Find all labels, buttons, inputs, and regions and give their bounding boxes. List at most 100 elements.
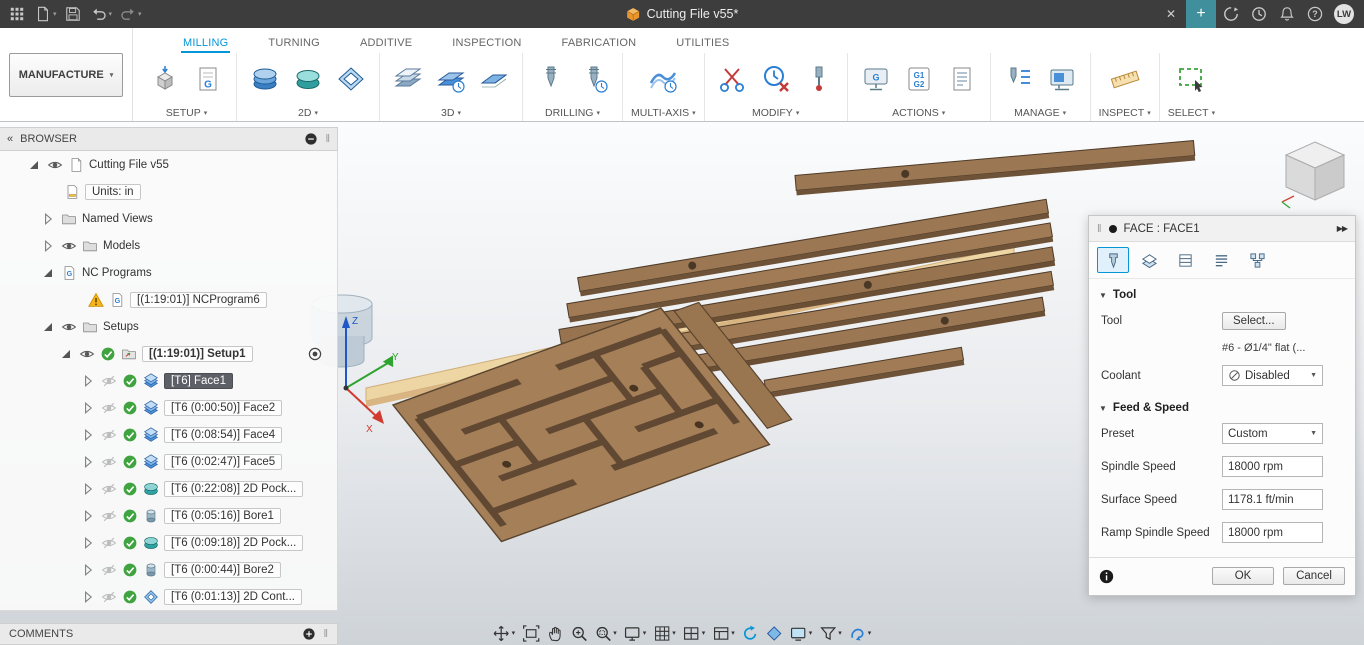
gcode-editor-button[interactable] — [899, 56, 939, 102]
tab-inspection[interactable]: INSPECTION — [450, 34, 523, 53]
ok-button[interactable]: OK — [1212, 567, 1274, 585]
2d-pocket-button[interactable] — [288, 56, 328, 102]
trim-scissors-button[interactable] — [713, 56, 753, 102]
tree-row-bore2[interactable]: [T6 (0:00:44)] Bore2 — [0, 556, 337, 583]
3d-menu[interactable]: 3D▾ — [441, 104, 461, 121]
expand-dialog-icon[interactable]: ▶▶ — [1337, 224, 1347, 233]
job-status-icon[interactable] — [1218, 1, 1244, 27]
tab-heights[interactable] — [1169, 247, 1201, 273]
tab-utilities[interactable]: UTILITIES — [674, 34, 731, 53]
caret-icon[interactable]: ▾ — [53, 10, 57, 18]
expand-icon[interactable] — [58, 346, 74, 362]
inspect-menu[interactable]: INSPECT▾ — [1099, 104, 1151, 121]
tab-additive[interactable]: ADDITIVE — [358, 34, 414, 53]
close-document-icon[interactable]: ✕ — [1158, 7, 1184, 21]
panel-handle-icon[interactable]: ‖ — [325, 133, 330, 145]
tab-linking[interactable] — [1241, 247, 1273, 273]
new-setup-button[interactable] — [145, 56, 185, 102]
fit-view-button[interactable] — [522, 625, 539, 642]
new-document-tab[interactable]: + — [1186, 0, 1216, 28]
zoom-button[interactable] — [570, 625, 587, 642]
tree-row-face1[interactable]: [T6] Face1 — [0, 367, 337, 394]
tree-row-document[interactable]: Cutting File v55 — [0, 151, 337, 178]
visibility-eye-icon[interactable] — [101, 508, 117, 524]
visibility-eye-icon[interactable] — [101, 373, 117, 389]
expand-icon[interactable] — [40, 211, 56, 227]
expand-icon[interactable] — [40, 319, 56, 335]
probe-button[interactable] — [799, 56, 839, 102]
layout-button[interactable]: ▾ — [712, 625, 735, 642]
multi-axis-button[interactable] — [643, 56, 683, 102]
expand-icon[interactable] — [80, 427, 96, 443]
expand-comments-icon[interactable] — [302, 627, 316, 641]
feed-section-header[interactable]: ▼ Feed & Speed — [1089, 392, 1355, 417]
regenerate-button[interactable] — [742, 625, 759, 642]
3d-adaptive-button[interactable] — [388, 56, 428, 102]
expand-icon[interactable] — [40, 238, 56, 254]
tab-turning[interactable]: TURNING — [266, 34, 322, 53]
visibility-eye-icon[interactable] — [61, 238, 77, 254]
measure-button[interactable] — [1105, 56, 1145, 102]
modify-menu[interactable]: MODIFY▾ — [752, 104, 799, 121]
zoom-window-button[interactable]: ▾ — [594, 625, 617, 642]
panel-handle-icon[interactable]: ‖ — [323, 628, 328, 640]
app-grid-icon[interactable] — [4, 1, 30, 27]
expand-icon[interactable] — [80, 535, 96, 551]
tree-row-bore1[interactable]: [T6 (0:05:16)] Bore1 — [0, 502, 337, 529]
user-avatar[interactable]: LW — [1334, 4, 1354, 24]
ramp-spindle-speed-input[interactable]: 18000 rpm — [1222, 522, 1323, 543]
deep-drill-button[interactable] — [574, 56, 614, 102]
setup-sheet-button[interactable] — [942, 56, 982, 102]
visibility-eye-icon[interactable] — [101, 535, 117, 551]
tab-fabrication[interactable]: FABRICATION — [560, 34, 639, 53]
tree-row-ncprogram6[interactable]: [(1:19:01)] NCProgram6 — [0, 286, 337, 313]
tool-library-button[interactable] — [999, 56, 1039, 102]
simulation-display-button[interactable]: ▾ — [790, 625, 813, 642]
tab-geometry[interactable] — [1133, 247, 1165, 273]
pan-button[interactable] — [546, 625, 563, 642]
expand-icon[interactable] — [26, 157, 42, 173]
visibility-eye-icon[interactable] — [101, 589, 117, 605]
expand-icon[interactable] — [80, 400, 96, 416]
tree-row-units[interactable]: Units: in — [0, 178, 337, 205]
spindle-speed-input[interactable]: 18000 rpm — [1222, 456, 1323, 477]
dialog-header[interactable]: ‖ FACE : FACE1 ▶▶ — [1089, 216, 1355, 242]
tool-select-button[interactable]: Select... — [1222, 312, 1286, 330]
expand-icon[interactable] — [40, 265, 56, 281]
visibility-eye-icon[interactable] — [101, 400, 117, 416]
post-process-button[interactable] — [856, 56, 896, 102]
window-select-button[interactable] — [1171, 56, 1211, 102]
2d-contour-button[interactable] — [331, 56, 371, 102]
info-icon[interactable] — [1099, 569, 1114, 584]
3d-pocket-button[interactable] — [431, 56, 471, 102]
tree-row-nc-programs[interactable]: NC Programs — [0, 259, 337, 286]
actions-menu[interactable]: ACTIONS▾ — [892, 104, 945, 121]
grid-settings-button[interactable]: ▾ — [653, 625, 676, 642]
tree-row-named-views[interactable]: Named Views — [0, 205, 337, 232]
new-ncprogram-button[interactable] — [188, 56, 228, 102]
history-clock-icon[interactable] — [1246, 1, 1272, 27]
visibility-eye-icon[interactable] — [101, 454, 117, 470]
preset-dropdown[interactable]: Custom ▼ — [1222, 423, 1323, 444]
visibility-eye-icon[interactable] — [61, 319, 77, 335]
active-setup-radio-icon[interactable] — [307, 346, 323, 362]
visibility-eye-icon[interactable] — [101, 562, 117, 578]
expand-icon[interactable] — [80, 589, 96, 605]
toolpath-display-button[interactable]: ▾ — [849, 625, 872, 642]
expand-icon[interactable] — [80, 454, 96, 470]
2d-menu[interactable]: 2D▾ — [298, 104, 318, 121]
tree-row-2dcontour[interactable]: [T6 (0:01:13)] 2D Cont... — [0, 583, 337, 610]
expand-icon[interactable] — [80, 562, 96, 578]
multi-axis-menu[interactable]: MULTI-AXIS▾ — [631, 104, 696, 121]
display-settings-button[interactable]: ▾ — [624, 625, 647, 642]
visibility-eye-icon[interactable] — [79, 346, 95, 362]
select-menu[interactable]: SELECT▾ — [1168, 104, 1215, 121]
tree-row-models[interactable]: Models — [0, 232, 337, 259]
view-cube[interactable] — [1278, 136, 1352, 210]
tab-passes[interactable] — [1205, 247, 1237, 273]
tab-tool[interactable] — [1097, 247, 1129, 273]
help-icon[interactable] — [1302, 1, 1328, 27]
tree-row-face4[interactable]: [T6 (0:08:54)] Face4 — [0, 421, 337, 448]
dialog-handle-icon[interactable]: ‖ — [1097, 223, 1102, 235]
tree-row-setup1[interactable]: [(1:19:01)] Setup1 — [0, 340, 337, 367]
